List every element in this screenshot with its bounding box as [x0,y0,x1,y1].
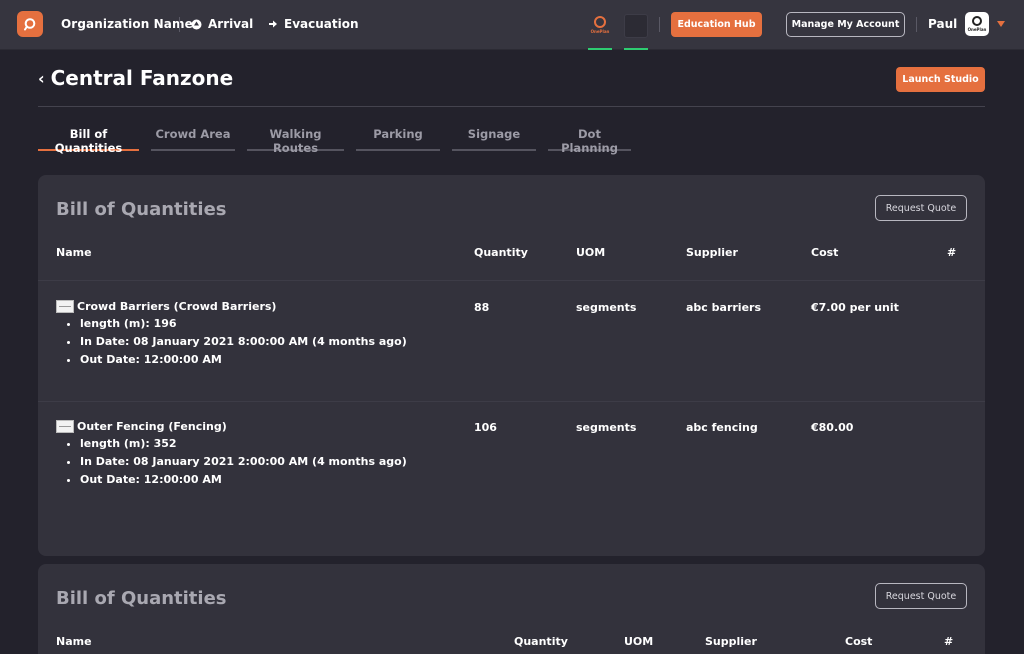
item-name: Outer Fencing (Fencing) [77,420,227,433]
item-details: length (m): 352 In Date: 08 January 2021… [56,435,407,489]
row-divider [38,401,985,402]
oneplan-logo-icon [24,18,36,31]
column-header-quantity: Quantity [474,246,528,259]
arrow-right-icon [269,20,277,28]
tab-parking[interactable]: Parking [356,127,440,151]
item-in-date: In Date: 08 January 2021 2:00:00 AM (4 m… [80,453,407,471]
card-title: Bill of Quantities [56,199,227,220]
top-navigation-bar: Organization Name Arrival Evacuation One… [0,0,1024,50]
item-cost: €80.00 [811,421,854,434]
bill-of-quantities-card: Bill of Quantities Request Quote Name Qu… [38,564,985,654]
item-out-date: Out Date: 12:00:00 AM [80,351,407,369]
page-title: Central Fanzone [50,66,234,90]
item-cost: €7.00 per unit [811,301,899,314]
request-quote-button[interactable]: Request Quote [875,583,967,609]
tab-signage[interactable]: Signage [452,127,536,151]
card-title: Bill of Quantities [56,588,227,609]
chevron-down-icon[interactable] [997,21,1005,27]
tab-crowd-area[interactable]: Crowd Area [151,127,235,151]
app-logo-button[interactable] [17,11,43,37]
nav-evacuation-label: Evacuation [284,17,359,31]
tab-dot-planning[interactable]: Dot Planning [548,127,631,155]
header-divider [38,106,985,107]
column-header-name: Name [56,246,92,259]
mini-logo-text: OnePlan [590,29,610,34]
oneplan-ring-icon [594,16,606,28]
manage-account-button[interactable]: Manage My Account [786,12,905,37]
table-row[interactable]: Outer Fencing (Fencing) length (m): 352 … [56,420,407,489]
divider [659,17,660,32]
divider [916,17,917,32]
item-thumbnail [56,300,74,313]
avatar-logo-icon [972,16,982,26]
item-length: length (m): 352 [80,435,407,453]
nav-arrival-label: Arrival [208,17,254,31]
item-supplier: abc fencing [686,421,758,434]
item-uom: segments [576,301,637,314]
launch-studio-button[interactable]: Launch Studio [896,67,985,92]
item-name: Crowd Barriers (Crowd Barriers) [77,300,277,313]
nav-evacuation[interactable]: Evacuation [268,17,359,31]
column-header-quantity: Quantity [514,635,568,648]
item-quantity: 88 [474,301,490,314]
item-length: length (m): 196 [80,315,407,333]
column-header-cost: Cost [811,246,839,259]
app-switcher-button[interactable] [624,14,648,38]
item-uom: segments [576,421,637,434]
column-header-supplier: Supplier [686,246,738,259]
item-out-date: Out Date: 12:00:00 AM [80,471,407,489]
table-row[interactable]: Crowd Barriers (Crowd Barriers) length (… [56,300,407,369]
nav-arrival[interactable]: Arrival [191,17,253,31]
bill-of-quantities-card: Bill of Quantities Request Quote Name Qu… [38,175,985,556]
active-indicator [624,48,648,50]
column-header-cost: Cost [845,635,873,648]
page-header: ‹ Central Fanzone [38,66,233,90]
request-quote-button[interactable]: Request Quote [875,195,967,221]
arrival-icon [191,19,202,29]
item-details: length (m): 196 In Date: 08 January 2021… [56,315,407,369]
avatar-text: OnePlan [967,27,987,32]
column-header-number: # [944,635,954,648]
avatar[interactable]: OnePlan [965,12,989,36]
column-header-uom: UOM [624,635,654,648]
column-header-number: # [947,246,957,259]
item-thumbnail [56,420,74,433]
item-in-date: In Date: 08 January 2021 8:00:00 AM (4 m… [80,333,407,351]
column-header-uom: UOM [576,246,606,259]
item-supplier: abc barriers [686,301,761,314]
item-quantity: 106 [474,421,497,434]
organization-name[interactable]: Organization Name [61,17,193,31]
row-divider [38,280,985,281]
tab-bill-of-quantities[interactable]: Bill of Quantities [38,127,139,155]
education-hub-button[interactable]: Education Hub [671,12,762,37]
user-name[interactable]: Paul [928,17,957,31]
chevron-left-icon[interactable]: ‹ [38,69,45,88]
divider [179,17,180,32]
tab-walking-routes[interactable]: Walking Routes [247,127,344,155]
column-header-name: Name [56,635,92,648]
column-header-supplier: Supplier [705,635,757,648]
oneplan-mini-logo[interactable]: OnePlan [588,14,612,36]
active-indicator [588,48,612,50]
